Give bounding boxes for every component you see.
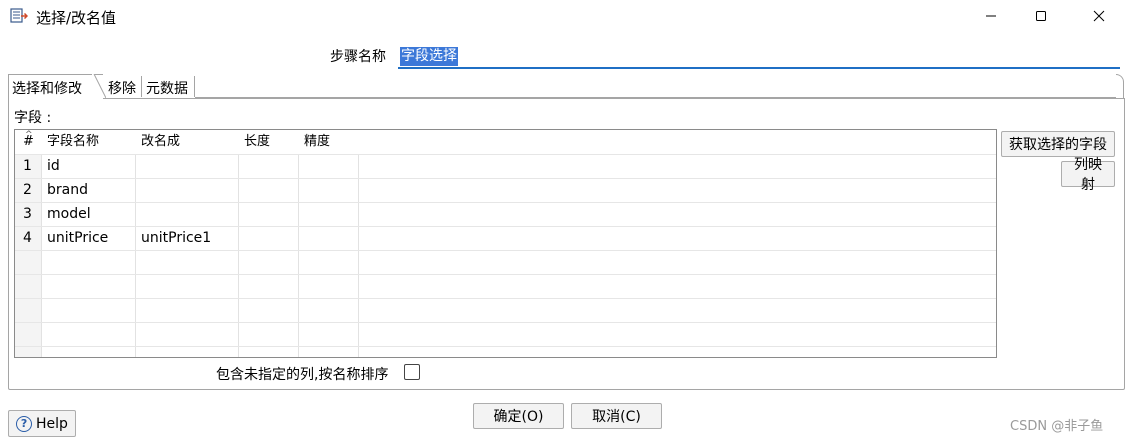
table-row-empty[interactable] <box>15 250 996 275</box>
watermark: CSDN @非子鱼 <box>1010 419 1104 434</box>
help-icon: ? <box>16 415 33 432</box>
minimize-icon <box>986 15 996 17</box>
table-row-empty[interactable] <box>15 322 996 347</box>
tab-strip-line <box>195 97 1116 98</box>
tab-separator <box>141 76 142 97</box>
include-unspecified-label: 包含未指定的列,按名称排序 <box>216 367 389 383</box>
header-num[interactable]: # <box>23 130 34 154</box>
window-title: 选择/改名值 <box>36 9 117 27</box>
minimize-button[interactable] <box>968 0 1014 32</box>
help-label: Help <box>36 415 68 432</box>
step-name-value: 字段选择 <box>400 47 458 66</box>
header-rename[interactable]: 改名成 <box>141 130 180 154</box>
row-num: 2 <box>23 182 32 198</box>
app-icon <box>10 7 29 25</box>
step-name-label: 步骤名称 <box>330 49 386 65</box>
tab-separator <box>194 76 195 97</box>
tab-metadata[interactable]: 元数据 <box>146 78 188 98</box>
table-row[interactable]: 2 brand <box>15 178 996 203</box>
table-row-empty[interactable] <box>15 274 996 299</box>
ok-button[interactable]: 确定(O) <box>473 403 564 429</box>
tab-select-modify-label: 选择和修改 <box>12 81 82 97</box>
field-name-cell[interactable]: unitPrice <box>47 226 108 250</box>
step-name-input[interactable]: 字段选择 <box>398 45 1120 69</box>
field-name-cell[interactable]: brand <box>47 178 88 202</box>
table-row-empty[interactable] <box>15 298 996 323</box>
fields-table[interactable]: ^ # 字段名称 改名成 长度 精度 1 id 2 brand 3 model … <box>14 129 997 358</box>
fields-label: 字段 : <box>14 110 52 126</box>
rename-cell[interactable]: unitPrice1 <box>141 226 211 250</box>
row-num: 4 <box>23 230 32 246</box>
tab-strip-border <box>1116 74 1124 99</box>
table-row[interactable]: 4 unitPrice unitPrice1 <box>15 226 996 251</box>
table-row[interactable]: 3 model <box>15 202 996 227</box>
tab-slant <box>92 74 106 98</box>
header-field-name[interactable]: 字段名称 <box>47 130 99 154</box>
header-length[interactable]: 长度 <box>244 130 270 154</box>
include-unspecified-checkbox[interactable] <box>404 364 420 380</box>
maximize-icon <box>1036 11 1046 21</box>
table-row[interactable]: 1 id <box>15 154 996 179</box>
help-button[interactable]: ? Help <box>8 410 76 437</box>
field-name-cell[interactable]: id <box>47 154 60 178</box>
cancel-button[interactable]: 取消(C) <box>571 403 662 429</box>
close-button[interactable] <box>1076 0 1122 32</box>
field-name-cell[interactable]: model <box>47 202 91 226</box>
row-num: 3 <box>23 206 32 222</box>
header-precision[interactable]: 精度 <box>304 130 330 154</box>
tab-remove[interactable]: 移除 <box>108 78 136 98</box>
table-header: ^ # 字段名称 改名成 长度 精度 <box>15 130 996 155</box>
close-icon <box>1093 10 1105 22</box>
title-bar <box>0 0 1125 34</box>
row-num: 1 <box>23 158 32 174</box>
column-mapping-button[interactable]: 列映射 <box>1061 157 1115 193</box>
maximize-button[interactable] <box>1018 0 1064 32</box>
